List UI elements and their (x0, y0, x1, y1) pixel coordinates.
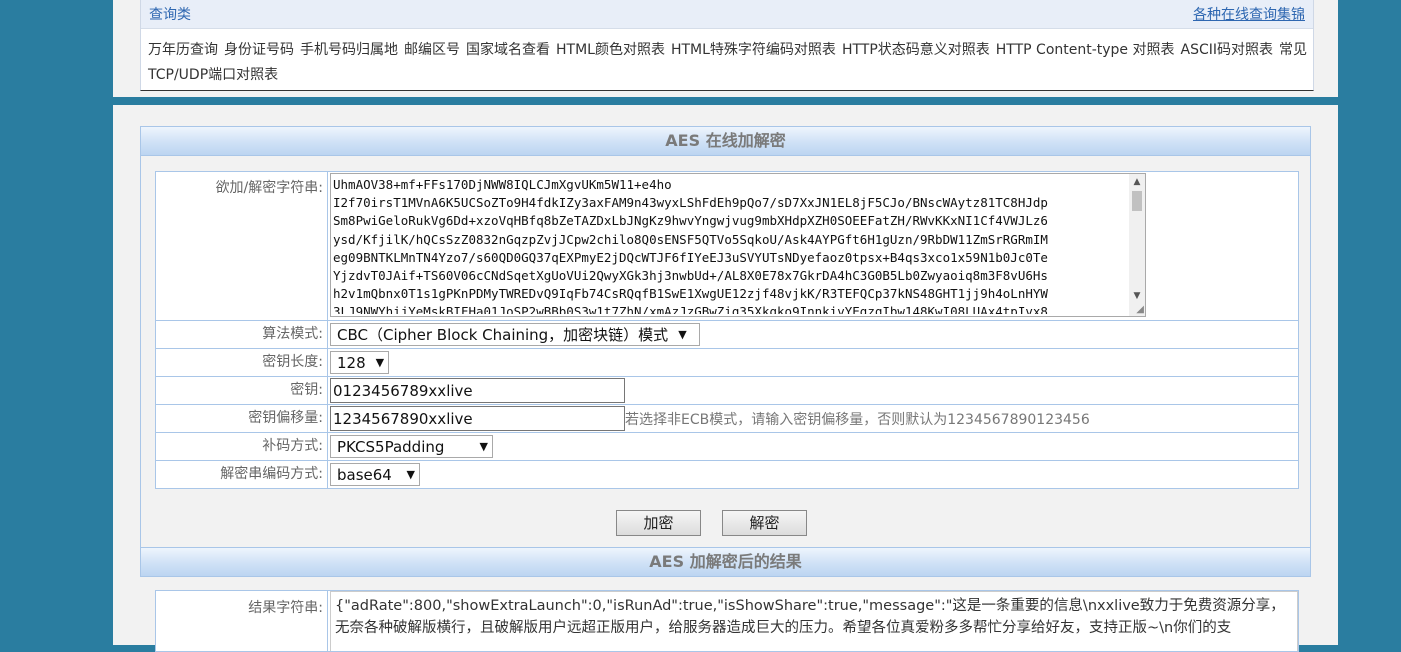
aes-form-title: AES 在线加解密 (140, 126, 1311, 156)
keylen-select[interactable]: 128 ▼ (330, 351, 389, 374)
query-links-header: 查询类 各种在线查询集锦 (141, 0, 1313, 29)
chevron-down-icon: ▼ (678, 328, 687, 341)
keylen-select-value: 128 (337, 353, 366, 372)
link-html-color[interactable]: HTML颜色对照表 (556, 42, 665, 58)
input-label: 欲加/解密字符串: (156, 172, 328, 320)
input-row: 欲加/解密字符串: UhmAOV38+mf+FFs170DjNWW8IQLCJm… (156, 172, 1298, 321)
link-postcode[interactable]: 邮编区号 (404, 42, 460, 58)
chevron-down-icon: ▼ (375, 356, 385, 369)
resize-grip-icon[interactable]: ◢ (1134, 305, 1144, 315)
keylen-row: 密钥长度: 128 ▼ (156, 349, 1298, 377)
scroll-up-arrow-icon[interactable]: ▲ (1129, 174, 1145, 190)
link-country-domain[interactable]: 国家域名查看 (466, 42, 550, 58)
query-section-title: 查询类 (149, 7, 191, 23)
padding-select[interactable]: PKCS5Padding ▼ (330, 435, 493, 458)
padding-label: 补码方式: (156, 433, 328, 460)
link-id-card[interactable]: 身份证号码 (224, 42, 294, 58)
chevron-down-icon: ▼ (479, 440, 488, 453)
link-calendar[interactable]: 万年历查询 (148, 42, 218, 58)
mode-row: 算法模式: CBC（Cipher Block Chaining，加密块链）模式 … (156, 321, 1298, 349)
aes-panel: AES 在线加解密 欲加/解密字符串: UhmAOV38+mf+FFs170Dj… (113, 105, 1338, 652)
iv-input[interactable]: 1234567890xxlive (330, 406, 625, 431)
link-phone-location[interactable]: 手机号码归属地 (300, 42, 398, 58)
decrypt-button[interactable]: 解密 (722, 510, 807, 536)
link-ascii[interactable]: ASCII码对照表 (1181, 42, 1274, 58)
mode-label: 算法模式: (156, 321, 328, 348)
textarea-scrollbar[interactable]: ▲ ▼ (1129, 174, 1145, 316)
result-table: 结果字符串: {"adRate":800,"showExtraLaunch":0… (155, 590, 1299, 652)
chevron-down-icon: ▼ (406, 468, 415, 481)
padding-select-value: PKCS5Padding (337, 437, 445, 456)
result-title: AES 加解密后的结果 (140, 547, 1311, 577)
result-textarea[interactable]: {"adRate":800,"showExtraLaunch":0,"isRun… (330, 591, 1298, 651)
query-links-list: 万年历查询 身份证号码 手机号码归属地 邮编区号 国家域名查看 HTML颜色对照表 HTML… (141, 29, 1313, 88)
query-links-panel: 查询类 各种在线查询集锦 万年历查询 身份证号码 手机号码归属地 邮编区号 国家域名查看… (113, 0, 1338, 97)
input-textarea[interactable]: UhmAOV38+mf+FFs170DjNWW8IQLCJmXgvUKm5W11… (330, 173, 1146, 317)
query-more-link[interactable]: 各种在线查询集锦 (1193, 4, 1305, 24)
scroll-thumb[interactable] (1132, 191, 1142, 211)
key-row: 密钥: 0123456789xxlive (156, 377, 1298, 405)
encoding-label: 解密串编码方式: (156, 461, 328, 488)
iv-hint: 若选择非ECB模式，请输入密钥偏移量，否则默认为1234567890123456 (625, 411, 1090, 428)
encoding-row: 解密串编码方式: base64 ▼ (156, 461, 1298, 488)
query-links-box: 查询类 各种在线查询集锦 万年历查询 身份证号码 手机号码归属地 邮编区号 国家域名查看… (140, 0, 1314, 91)
result-label: 结果字符串: (156, 591, 328, 651)
link-http-content-type[interactable]: HTTP Content-type 对照表 (996, 42, 1175, 58)
encoding-select[interactable]: base64 ▼ (330, 463, 420, 486)
padding-row: 补码方式: PKCS5Padding ▼ (156, 433, 1298, 461)
link-http-status[interactable]: HTTP状态码意义对照表 (842, 42, 990, 58)
key-input[interactable]: 0123456789xxlive (330, 378, 625, 403)
iv-label: 密钥偏移量: (156, 405, 328, 432)
iv-row: 密钥偏移量: 1234567890xxlive 若选择非ECB模式，请输入密钥偏… (156, 405, 1298, 433)
link-html-special-chars[interactable]: HTML特殊字符编码对照表 (671, 42, 836, 58)
encrypt-button[interactable]: 加密 (616, 510, 701, 536)
mode-select-value: CBC（Cipher Block Chaining，加密块链）模式 (337, 326, 669, 344)
encoding-select-value: base64 (337, 465, 392, 484)
keylen-label: 密钥长度: (156, 349, 328, 376)
scroll-down-arrow-icon[interactable]: ▼ (1129, 288, 1145, 304)
aes-form-table: 欲加/解密字符串: UhmAOV38+mf+FFs170DjNWW8IQLCJm… (155, 171, 1299, 489)
mode-select[interactable]: CBC（Cipher Block Chaining，加密块链）模式 ▼ (330, 323, 700, 346)
key-label: 密钥: (156, 377, 328, 404)
input-textarea-content[interactable]: UhmAOV38+mf+FFs170DjNWW8IQLCJmXgvUKm5W11… (333, 176, 1127, 314)
